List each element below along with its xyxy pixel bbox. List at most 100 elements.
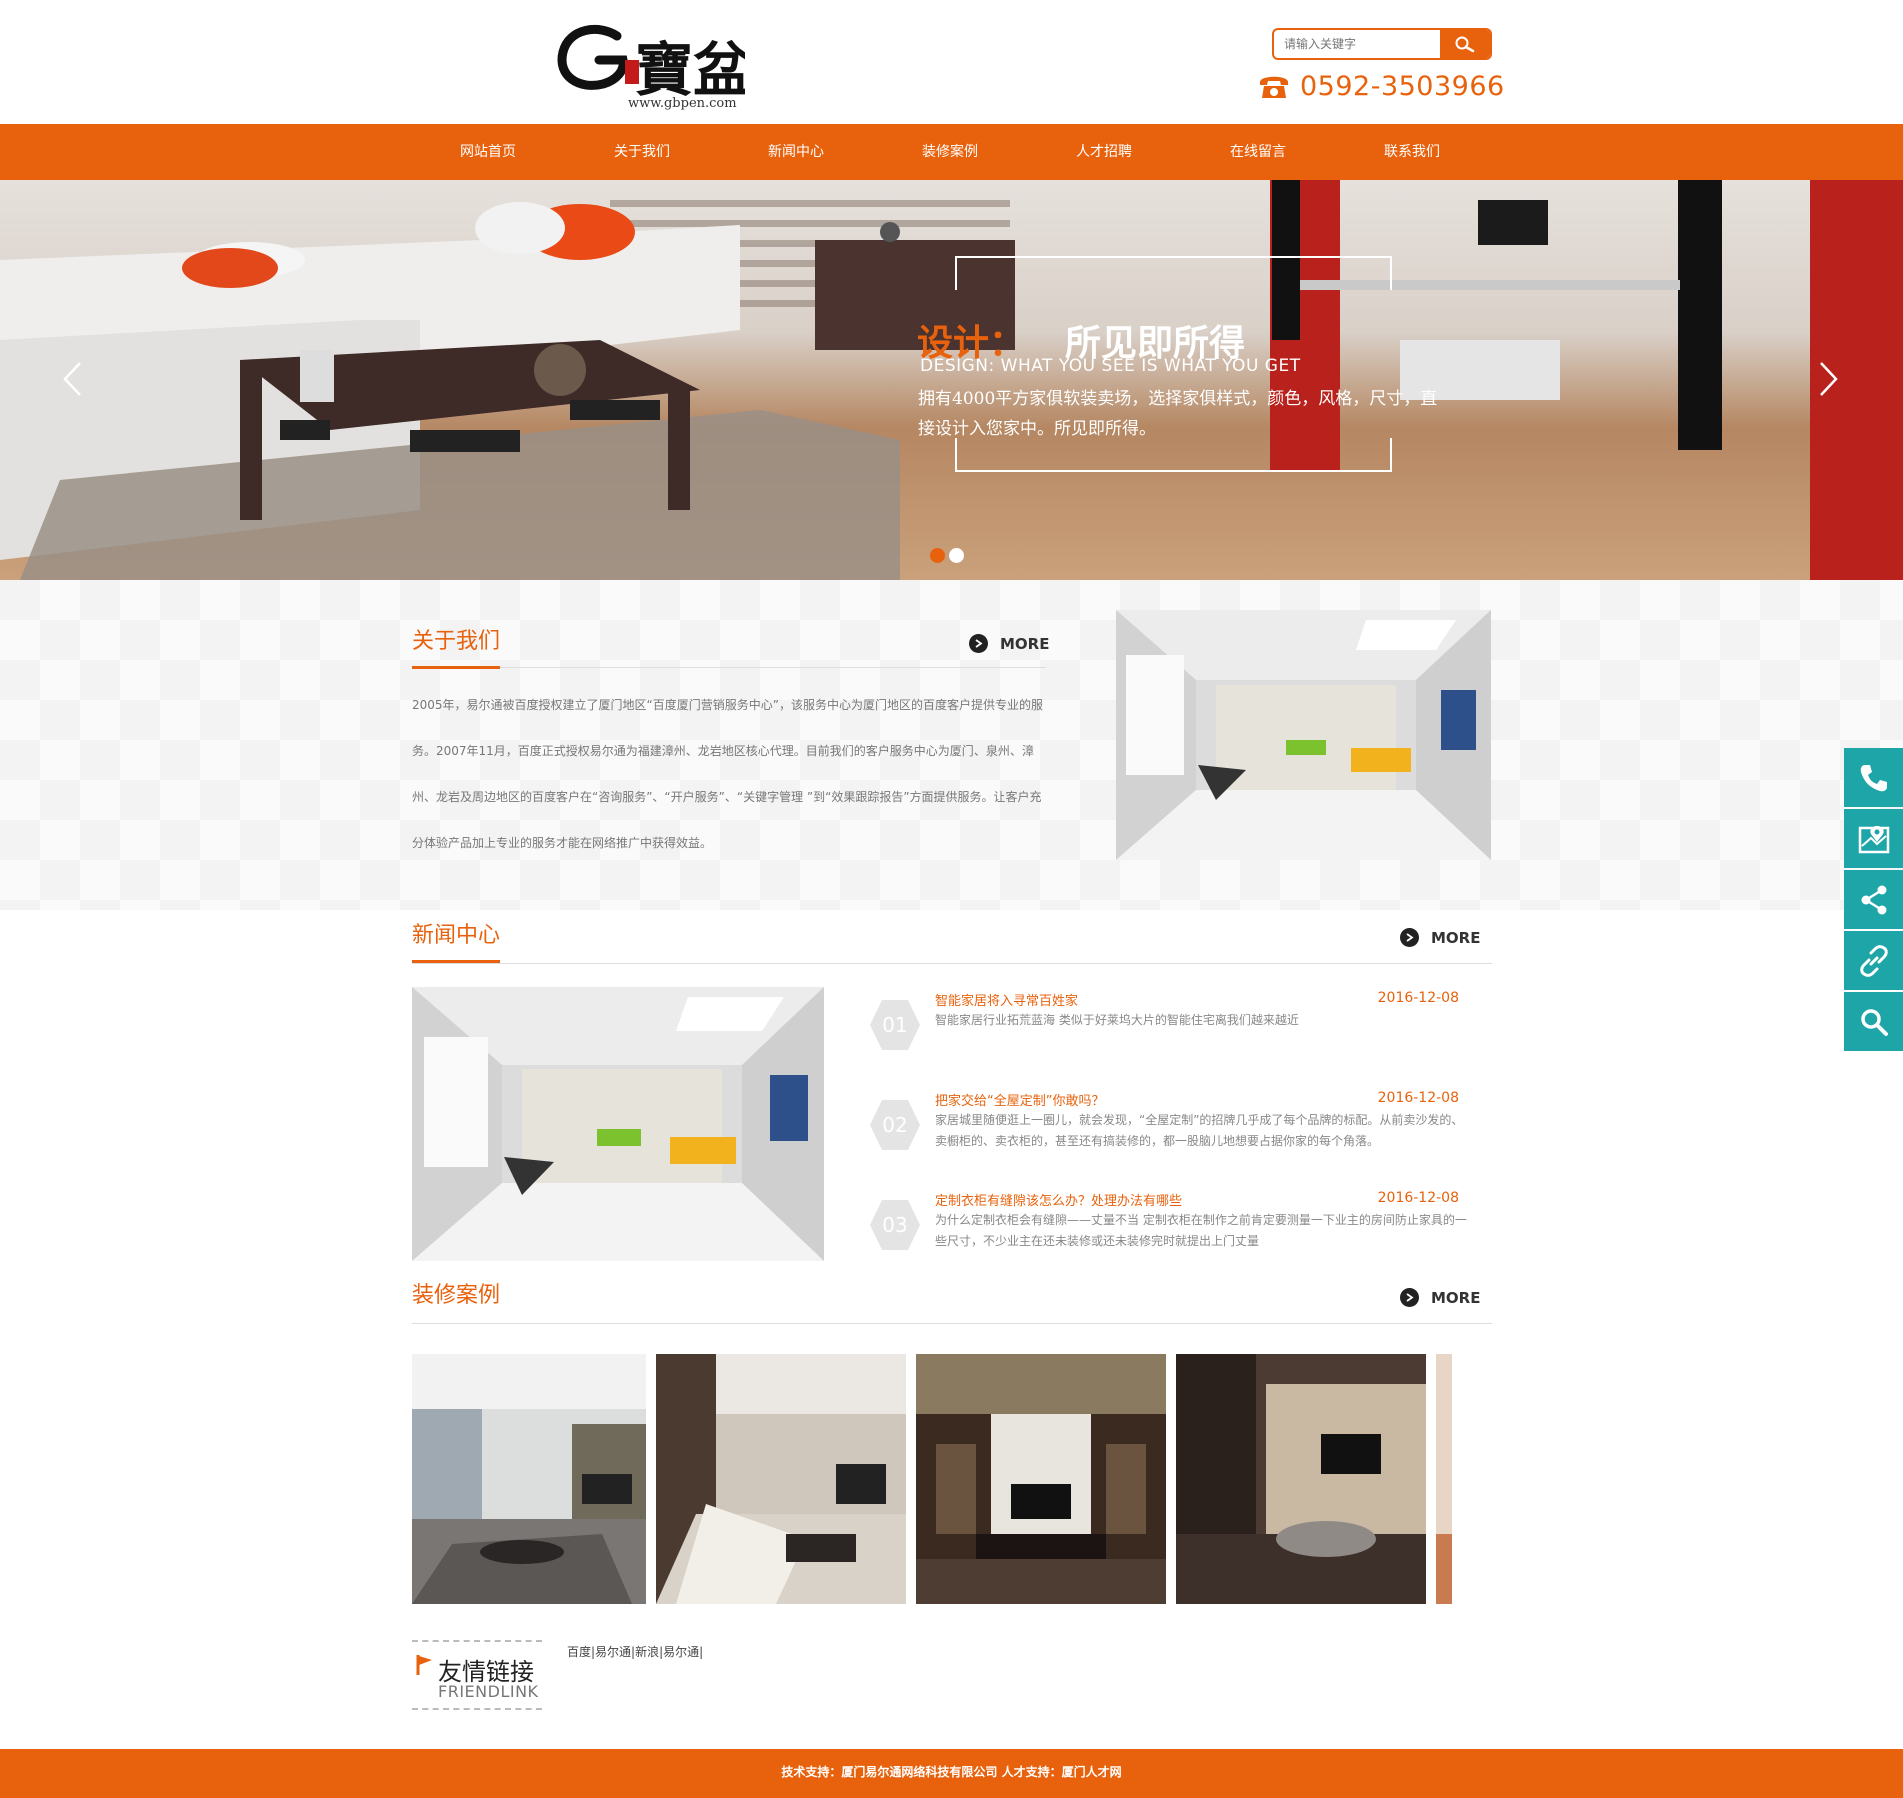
friendlink-list: 百度| 易尔通| 新浪| 易尔通| [567,1643,703,1660]
nav-item-home[interactable]: 网站首页 [411,124,565,180]
cases-header: 装修案例 MORE [412,1282,1492,1324]
number-hexagon-icon: 03 [870,1200,920,1250]
about-more-link[interactable]: MORE [969,634,1049,653]
friendlink-sina[interactable]: 新浪| [635,1643,663,1660]
main-nav: 网站首页 关于我们 新闻中心 装修案例 人才招聘 在线留言 联系我们 [0,124,1903,180]
banner-subtitle: DESIGN: WHAT YOU SEE IS WHAT YOU GET [920,356,1301,376]
footer: 技术支持：厦门易尔通网络科技有限公司 人才支持：厦门人才网 [0,1749,1903,1798]
news-num-2: 02 [882,1113,907,1137]
banner-prev-button[interactable] [52,356,92,402]
news-item-date: 2016-12-08 [1377,1190,1459,1206]
case-card-4[interactable] [1176,1354,1426,1604]
banner-next-button[interactable] [1809,356,1849,402]
flag-icon [416,1655,432,1675]
side-search-button[interactable] [1844,992,1903,1051]
case-card-1[interactable] [412,1354,646,1604]
friendlink-eertong[interactable]: 易尔通| [595,1643,635,1660]
banner-dot-1[interactable] [930,548,945,563]
nav-item-about[interactable]: 关于我们 [565,124,719,180]
case-image-5 [1436,1354,1452,1604]
cases-more-link[interactable]: MORE [1400,1288,1480,1307]
link-icon [1859,944,1888,977]
news-header: 新闻中心 MORE [412,922,1492,964]
news-item-date: 2016-12-08 [1377,1090,1459,1106]
news-divider [412,963,1492,964]
nav-item-contact[interactable]: 联系我们 [1335,124,1489,180]
case-card-3[interactable] [916,1354,1166,1604]
header: 寶盆 www.gbpen.com 0592-3503966 [0,0,1903,124]
search-icon [1455,36,1475,53]
banner-pagination [930,548,964,563]
map-icon [1858,825,1889,853]
hero-banner: 设计： 所见即所得 DESIGN: WHAT YOU SEE IS WHAT YO… [0,180,1903,580]
arrow-right-circle-icon [1400,928,1419,947]
news-item-1[interactable]: 01 智能家居将入寻常百姓家 2016-12-08 智能家居行业拓荒蓝海 类似于… [870,990,1475,1074]
about-divider [412,667,1046,668]
nav-item-cases[interactable]: 装修案例 [873,124,1027,180]
banner-frame-top [955,256,1392,290]
about-more-label: MORE [1000,634,1050,653]
about-room-image[interactable] [1116,610,1491,860]
news-more-link[interactable]: MORE [1400,928,1480,947]
footer-text: 技术支持：厦门易尔通网络科技有限公司 人才支持：厦门人才网 [781,1765,1122,1779]
news-item-desc: 家居城里随便逛上一圈儿，就会发现，“全屋定制”的招牌几乎成了每个品牌的标配。从前… [935,1113,1464,1148]
arrow-right-circle-icon [1400,1288,1419,1307]
news-item-title[interactable]: 定制衣柜有缝隙该怎么办？处理办法有哪些 [935,1190,1182,1209]
number-hexagon-icon: 02 [870,1100,920,1150]
cases-title: 装修案例 [412,1283,501,1308]
number-hexagon-icon: 01 [870,1000,920,1050]
telephone-icon [1260,76,1288,98]
news-num-3: 03 [882,1213,907,1237]
side-map-button[interactable] [1844,809,1903,868]
case-image-3 [916,1354,1166,1604]
news-item-desc: 为什么定制衣柜会有缝隙——丈量不当 定制衣柜在制作之前肯定要测量一下业主的房间防… [935,1213,1467,1248]
search-button[interactable] [1440,30,1490,58]
about-title: 关于我们 [412,628,501,669]
side-toolbar [1844,748,1903,1053]
side-phone-button[interactable] [1844,748,1903,807]
friendlink-subtitle: FRIENDLINK [438,1682,539,1701]
arrow-right-circle-icon [969,634,988,653]
phone-icon [1860,764,1887,791]
logo-domain: www.gbpen.com [628,96,737,111]
nav-item-news[interactable]: 新闻中心 [719,124,873,180]
case-image-4 [1176,1354,1426,1604]
nav-item-jobs[interactable]: 人才招聘 [1027,124,1181,180]
news-num-1: 01 [882,1013,907,1037]
case-image-1 [412,1354,646,1604]
cases-more-label: MORE [1431,1288,1481,1307]
case-card-2[interactable] [656,1354,906,1604]
news-item-3[interactable]: 03 定制衣柜有缝隙该怎么办？处理办法有哪些 2016-12-08 为什么定制衣… [870,1190,1475,1274]
chevron-right-icon [1820,362,1838,396]
news-room-image[interactable] [412,987,824,1261]
news-item-date: 2016-12-08 [1377,990,1459,1006]
friendlink-baidu[interactable]: 百度| [567,1643,595,1660]
friendlink-block: 友情链接 FRIENDLINK [412,1640,542,1710]
banner-dot-2[interactable] [949,548,964,563]
side-link-button[interactable] [1844,931,1903,990]
share-icon [1861,885,1886,914]
case-card-5[interactable] [1436,1354,1452,1604]
news-item-2[interactable]: 02 把家交给“全屋定制”你敢吗？ 2016-12-08 家居城里随便逛上一圈儿… [870,1090,1475,1174]
search-box [1272,28,1492,60]
news-more-label: MORE [1431,928,1481,947]
search-icon [1860,1008,1888,1036]
search-input[interactable] [1274,30,1440,58]
case-image-2 [656,1354,906,1604]
cases-divider [412,1323,1492,1324]
nav-item-message[interactable]: 在线留言 [1181,124,1335,180]
about-section: 关于我们 MORE 2005年，易尔通被百度授权建立了厦门地区“百度厦门营销服务… [0,580,1903,910]
side-share-button[interactable] [1844,870,1903,929]
chevron-left-icon [63,362,81,396]
news-title: 新闻中心 [412,922,501,963]
news-item-title[interactable]: 智能家居将入寻常百姓家 [935,990,1078,1009]
about-text: 2005年，易尔通被百度授权建立了厦门地区“百度厦门营销服务中心”，该服务中心为… [412,698,1043,850]
news-item-title[interactable]: 把家交给“全屋定制”你敢吗？ [935,1090,1104,1109]
hotline: 0592-3503966 [1258,68,1505,104]
about-header: 关于我们 MORE [412,628,1049,669]
banner-description: 拥有4000平方家俱软装卖场，选择家俱样式，颜色，风格，尺寸，直接设计入您家中。… [918,389,1438,439]
news-item-desc: 智能家居行业拓荒蓝海 类似于好莱坞大片的智能住宅离我们越来越近 [935,1013,1299,1027]
phone-number: 0592-3503966 [1300,70,1505,102]
banner-room-image [0,180,1903,580]
friendlink-eertong-2[interactable]: 易尔通| [663,1643,703,1660]
